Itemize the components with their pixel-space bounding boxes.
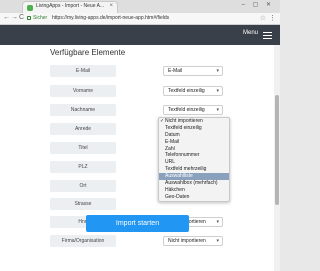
- dropdown-option[interactable]: Telefonnummer: [159, 152, 229, 159]
- field-type-select[interactable]: Textfeld einzeilig ▾: [163, 86, 223, 96]
- dropdown-option[interactable]: Textfeld einzeilig: [159, 125, 229, 132]
- tab-title: LivingApps - Import - Neue A...: [36, 3, 105, 9]
- scrollbar-thumb[interactable]: [275, 95, 279, 205]
- back-arrow-icon[interactable]: ←: [3, 14, 10, 21]
- field-row: Strasse: [0, 198, 280, 211]
- field-type-select-value: Textfeld einzeilig: [168, 107, 205, 113]
- forward-arrow-icon[interactable]: →: [11, 14, 18, 21]
- field-label: Firma/Organisation: [50, 235, 116, 247]
- field-label: Strasse: [50, 198, 116, 210]
- app-header: Menu: [0, 25, 280, 45]
- tab-close-icon[interactable]: ×: [109, 3, 113, 9]
- window-controls[interactable]: – ▢ ✕: [242, 1, 274, 8]
- dropdown-option[interactable]: Häkchen: [159, 187, 229, 194]
- url-field[interactable]: https://my.living-apps.de/import-neue-ap…: [52, 15, 169, 21]
- field-label: Titel: [50, 142, 116, 154]
- field-row: Titel: [0, 142, 280, 155]
- field-row: E-Mail E-Mail ▾: [0, 65, 280, 78]
- page-scrollbar[interactable]: [274, 45, 280, 271]
- chevron-down-icon: ▾: [216, 238, 219, 244]
- hamburger-menu-icon[interactable]: [263, 32, 272, 41]
- field-label: Nachname: [50, 104, 116, 116]
- field-label: Anrede: [50, 123, 116, 135]
- dropdown-option[interactable]: E-Mail: [159, 139, 229, 146]
- field-type-select[interactable]: Nicht importieren ▾: [163, 236, 223, 246]
- browser-tab-bar: LivingApps - Import - Neue A... × – ▢ ✕: [0, 0, 280, 13]
- chevron-down-icon: ▾: [216, 88, 219, 94]
- import-start-button[interactable]: Import starten: [86, 215, 189, 232]
- dropdown-option[interactable]: Zahl: [159, 146, 229, 153]
- tab-favicon-icon: [27, 5, 33, 11]
- reload-icon[interactable]: C: [19, 14, 24, 21]
- dropdown-option[interactable]: Nicht importieren: [159, 118, 229, 125]
- dropdown-option[interactable]: Auswahlbox (mehrfach): [159, 180, 229, 187]
- browser-tab[interactable]: LivingApps - Import - Neue A... ×: [22, 1, 118, 13]
- field-row: Vorname Textfeld einzeilig ▾: [0, 85, 280, 98]
- chevron-down-icon: ▾: [216, 219, 219, 225]
- dropdown-option[interactable]: Geo-Daten: [159, 194, 229, 201]
- field-row: Firma/Organisation Nicht importieren ▾: [0, 235, 280, 248]
- field-row: PLZ: [0, 161, 280, 174]
- main-content: Verfügbare Elemente E-Mail E-Mail ▾ Vorname…: [0, 45, 280, 271]
- field-row: Nachname Textfeld einzeilig ▾: [0, 104, 280, 117]
- field-label: Vorname: [50, 85, 116, 97]
- secure-label: Sicher: [33, 15, 48, 21]
- field-type-select-value: E-Mail: [168, 68, 183, 74]
- field-type-dropdown[interactable]: Nicht importierenTextfeld einzeiligDatum…: [158, 117, 230, 202]
- dropdown-option[interactable]: Auswahlliste: [159, 173, 229, 181]
- menu-label[interactable]: Menu: [243, 30, 258, 36]
- field-row: Anrede: [0, 123, 280, 136]
- field-type-select-value: Textfeld einzeilig: [168, 88, 205, 94]
- chevron-down-icon: ▾: [216, 68, 219, 74]
- field-type-select[interactable]: Textfeld einzeilig ▾: [163, 105, 223, 115]
- field-label: Ort: [50, 180, 116, 192]
- field-label: PLZ: [50, 161, 116, 173]
- field-type-select[interactable]: E-Mail ▾: [163, 66, 223, 76]
- field-type-select-value: Nicht importieren: [168, 238, 206, 244]
- field-label: E-Mail: [50, 65, 116, 77]
- dropdown-option[interactable]: URL: [159, 159, 229, 166]
- address-bar: ← → C Sicher https://my.living-apps.de/i…: [0, 13, 280, 25]
- field-row: Ort: [0, 180, 280, 193]
- lock-icon: [27, 16, 31, 20]
- browser-menu-icon[interactable]: ⋮: [269, 14, 276, 22]
- dropdown-option[interactable]: Textfeld mehrzeilig: [159, 166, 229, 173]
- bookmark-star-icon[interactable]: ☆: [260, 14, 266, 22]
- dropdown-option[interactable]: Datum: [159, 132, 229, 139]
- chevron-down-icon: ▾: [216, 107, 219, 113]
- section-title: Verfügbare Elemente: [50, 48, 126, 57]
